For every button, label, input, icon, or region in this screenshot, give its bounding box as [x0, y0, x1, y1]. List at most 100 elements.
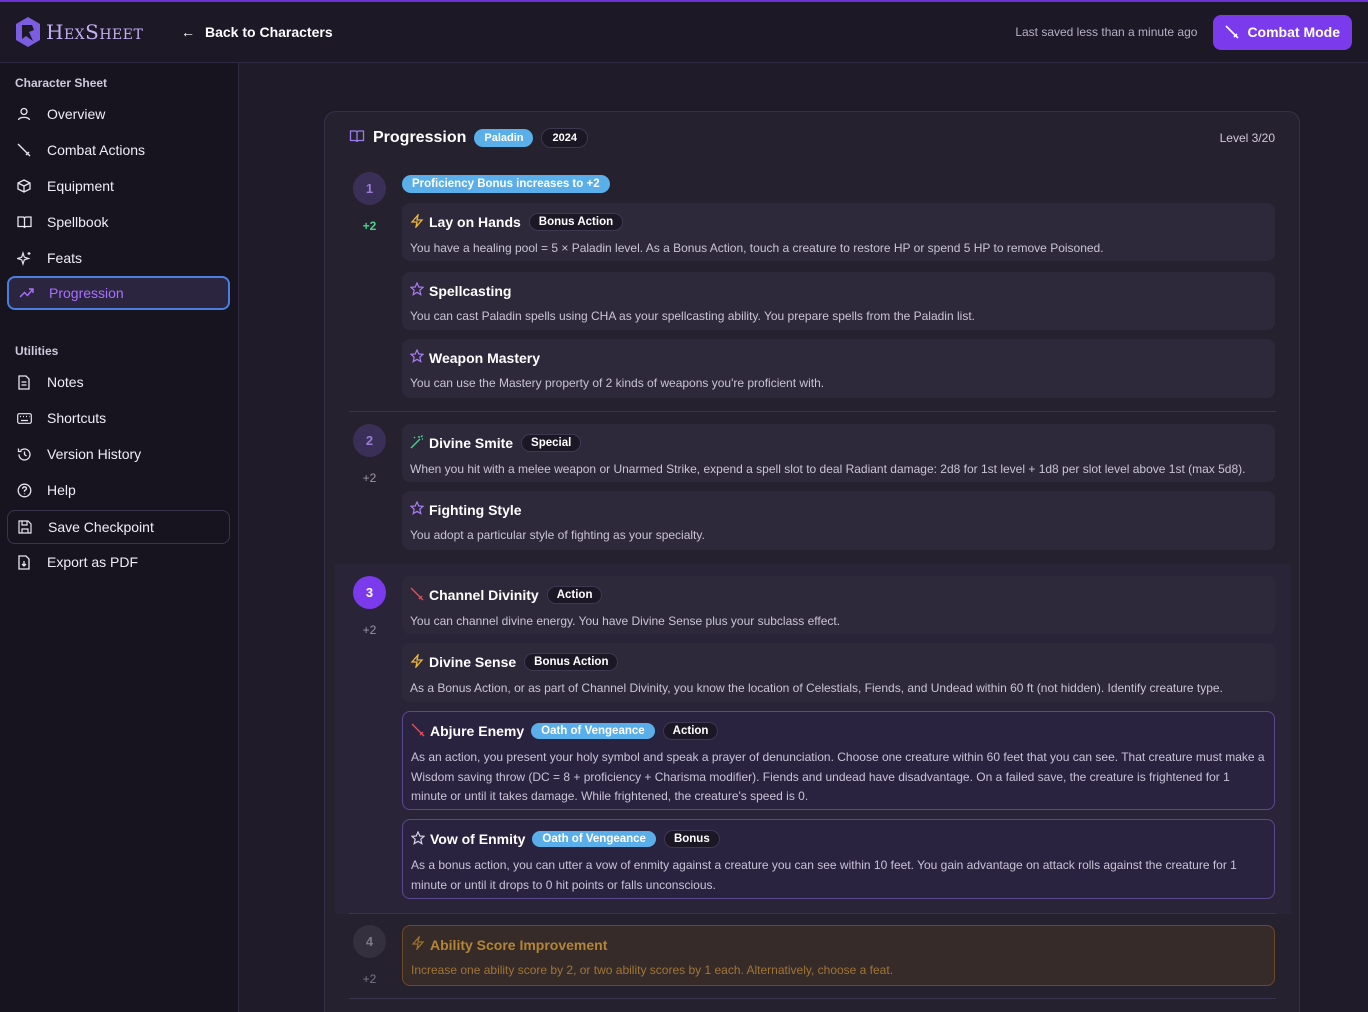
- subclass-badge: Oath of Vengeance: [531, 723, 655, 739]
- feature-card-divine-smite[interactable]: Divine Smite Special When you hit with a…: [402, 424, 1275, 482]
- subclass-badge: Oath of Vengeance: [532, 831, 656, 847]
- feature-title: Ability Score Improvement: [430, 936, 608, 953]
- progression-panel: Progression Paladin 2024 Level 3/20 1 +2…: [324, 111, 1300, 1012]
- sidebar-item-label: Notes: [47, 374, 84, 390]
- sidebar: Character Sheet Overview Combat Actions …: [0, 63, 239, 1012]
- logo[interactable]: HexSheet: [14, 16, 154, 48]
- sidebar-item-label: Export as PDF: [47, 554, 139, 570]
- keyboard-icon: [16, 410, 32, 426]
- action-tag: Special: [521, 434, 582, 452]
- level-marker-2: 2 +2: [353, 424, 386, 485]
- lightning-icon: [410, 212, 424, 231]
- feature-title: Abjure Enemy: [430, 723, 525, 739]
- feature-card-ability-score-improvement[interactable]: Ability Score Improvement Increase one a…: [402, 925, 1275, 986]
- feature-description: Increase one ability score by 2, or two …: [411, 963, 894, 977]
- sword-icon: [16, 142, 32, 158]
- lightning-icon: [411, 934, 425, 953]
- save-checkpoint-button[interactable]: Save Checkpoint: [7, 510, 230, 544]
- export-pdf-button[interactable]: Export as PDF: [7, 545, 230, 579]
- lightning-icon: [410, 652, 424, 671]
- help-circle-icon: [16, 482, 32, 498]
- sparkles-icon: [16, 250, 32, 266]
- panel-header: Progression Paladin 2024: [349, 128, 588, 148]
- feature-card-abjure-enemy[interactable]: Abjure Enemy Oath of Vengeance Action As…: [402, 711, 1275, 810]
- top-bar: HexSheet ← Back to Characters Last saved…: [0, 0, 1368, 63]
- feature-title: Lay on Hands: [429, 214, 521, 230]
- feature-description: You adopt a particular style of fighting…: [410, 528, 705, 542]
- star-icon: [409, 281, 425, 299]
- level-divider: [349, 998, 1276, 999]
- sidebar-item-feats[interactable]: Feats: [7, 241, 230, 275]
- section-utilities: Utilities: [15, 344, 59, 358]
- panel-title: Progression: [373, 129, 467, 146]
- sidebar-item-label: Spellbook: [47, 214, 109, 230]
- sidebar-item-version-history[interactable]: Version History: [7, 437, 230, 471]
- sidebar-item-help[interactable]: Help: [7, 473, 230, 507]
- feature-description: As an action, you present your holy symb…: [411, 750, 1265, 803]
- feature-description: When you hit with a melee weapon or Unar…: [410, 462, 1246, 476]
- file-download-icon: [16, 554, 32, 570]
- level-bonus: +2: [362, 471, 377, 485]
- save-icon: [17, 519, 33, 535]
- feature-title: Weapon Mastery: [429, 349, 540, 366]
- sidebar-item-label: Save Checkpoint: [48, 519, 154, 535]
- feature-card-weapon-mastery[interactable]: Weapon Mastery You can use the Mastery p…: [402, 339, 1275, 398]
- level-indicator: Level 3/20: [1219, 131, 1275, 145]
- box-icon: [16, 178, 32, 194]
- sidebar-item-progression[interactable]: Progression: [7, 276, 230, 310]
- trending-up-icon: [18, 285, 34, 301]
- sword-icon: [1225, 25, 1240, 39]
- sidebar-item-label: Overview: [47, 106, 106, 122]
- combat-mode-button[interactable]: Combat Mode: [1213, 14, 1352, 50]
- hexsheet-logo-icon: [16, 17, 40, 47]
- action-tag: Action: [662, 722, 719, 740]
- sidebar-item-combat-actions[interactable]: Combat Actions: [7, 133, 230, 167]
- feature-card-vow-of-enmity[interactable]: Vow of Enmity Oath of Vengeance Bonus As…: [402, 819, 1275, 899]
- book-icon: [16, 214, 32, 230]
- level-bonus: +2: [362, 972, 377, 986]
- sidebar-item-notes[interactable]: Notes: [7, 365, 230, 399]
- level-circle: 3: [353, 576, 386, 609]
- back-label: Back to Characters: [205, 24, 333, 40]
- star-icon: [409, 348, 425, 366]
- feature-description: As a Bonus Action, or as part of Channel…: [410, 681, 1223, 695]
- feature-description: You can use the Mastery property of 2 ki…: [410, 376, 825, 390]
- logo-text: HexSheet: [46, 20, 144, 44]
- feature-card-divine-sense[interactable]: Divine Sense Bonus Action As a Bonus Act…: [402, 643, 1275, 702]
- sword-icon: [411, 723, 425, 740]
- sidebar-item-label: Feats: [47, 250, 83, 266]
- level-marker-4: 4 +2: [353, 925, 386, 986]
- class-badge: Paladin: [474, 129, 534, 147]
- feature-card-fighting-style[interactable]: Fighting Style You adopt a particular st…: [402, 491, 1275, 550]
- level-circle: 2: [353, 424, 386, 457]
- level-bonus: +2: [362, 219, 377, 233]
- feature-title: Channel Divinity: [429, 587, 539, 603]
- sidebar-item-label: Combat Actions: [47, 142, 146, 158]
- feature-description: You have a healing pool = 5 × Paladin le…: [410, 241, 1104, 255]
- sidebar-item-shortcuts[interactable]: Shortcuts: [7, 401, 230, 435]
- sidebar-item-label: Version History: [47, 446, 142, 462]
- edition-badge: 2024: [541, 128, 588, 148]
- feature-description: You can cast Paladin spells using CHA as…: [410, 309, 975, 323]
- star-icon: [410, 830, 426, 848]
- feature-card-spellcasting[interactable]: Spellcasting You can cast Paladin spells…: [402, 272, 1275, 330]
- feature-title: Divine Smite: [429, 435, 514, 451]
- sidebar-item-overview[interactable]: Overview: [7, 97, 230, 131]
- back-to-characters-link[interactable]: ← Back to Characters: [181, 24, 333, 40]
- section-character-sheet: Character Sheet: [15, 76, 108, 90]
- level-circle: 1: [353, 172, 386, 205]
- feature-title: Fighting Style: [429, 501, 522, 518]
- action-tag: Bonus: [663, 830, 720, 848]
- level-marker-3: 3 +2: [353, 576, 386, 637]
- sidebar-item-label: Shortcuts: [47, 410, 107, 426]
- action-tag: Bonus Action: [524, 653, 619, 671]
- feature-description: You can channel divine energy. You have …: [410, 614, 841, 628]
- arrow-left-icon: ←: [181, 24, 195, 40]
- action-tag: Action: [546, 586, 603, 604]
- feature-card-channel-divinity[interactable]: Channel Divinity Action You can channel …: [402, 576, 1275, 634]
- sidebar-item-equipment[interactable]: Equipment: [7, 169, 230, 203]
- feature-card-lay-on-hands[interactable]: Lay on Hands Bonus Action You have a hea…: [402, 203, 1275, 261]
- feature-title: Divine Sense: [429, 654, 517, 670]
- file-text-icon: [16, 374, 32, 390]
- sidebar-item-spellbook[interactable]: Spellbook: [7, 205, 230, 239]
